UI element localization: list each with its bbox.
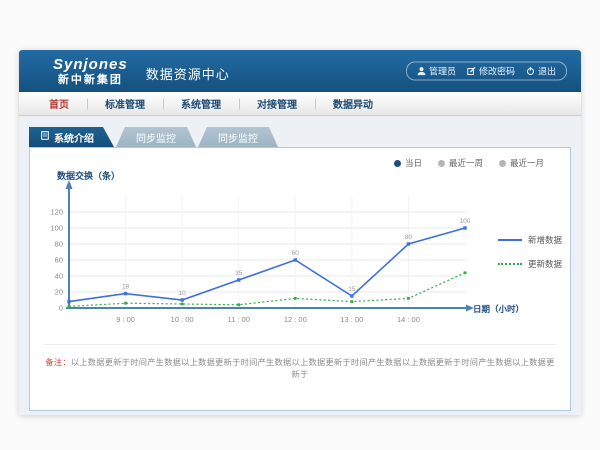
chart-legend: 新增数据 更新数据 [498,234,562,270]
document-icon [41,131,49,143]
change-password-button[interactable]: 修改密码 [467,65,515,78]
data-point-label: 10 [179,290,187,297]
content-area: 系统介绍 同步监控 同步监控 当日 最近一周 [19,116,581,415]
data-point-label: 35 [235,270,243,277]
data-point-label: 15 [348,286,356,293]
y-tick-label: 20 [55,288,63,297]
y-tick-label: 0 [59,304,63,313]
legend-new-data-label: 新增数据 [528,234,562,246]
logo-text-cn: 新中新集团 [53,75,128,86]
data-point-marker [68,305,71,308]
footnote-prefix: 备注： [45,358,70,367]
nav-item-data-change[interactable]: 数据异动 [315,96,391,111]
x-tick-label: 9 : 00 [116,315,135,324]
logout-button[interactable]: 退出 [526,65,556,78]
user-menu-admin-label: 管理员 [429,65,456,78]
tab-system-intro[interactable]: 系统介绍 [29,127,114,147]
x-tick-label: 12 : 00 [284,315,307,324]
legend-line-solid-icon [498,239,522,241]
tab-sync-monitor-2-label: 同步监控 [218,130,258,145]
change-password-label: 修改密码 [479,65,515,78]
nav-item-home[interactable]: 首页 [31,96,87,111]
tab-sync-monitor-2[interactable]: 同步监控 [198,127,278,147]
y-tick-label: 80 [55,240,63,249]
data-point-marker [350,294,353,297]
legend-line-dotted-icon [498,263,522,265]
data-point-marker [464,271,467,274]
tab-system-intro-label: 系统介绍 [54,130,94,145]
data-point-marker [350,300,353,303]
main-nav: 首页 标准管理 系统管理 对接管理 数据异动 [19,92,581,116]
data-point-marker [180,298,183,301]
nav-item-interface-mgmt[interactable]: 对接管理 [239,96,315,111]
data-point-label: 18 [122,284,130,291]
data-point-marker [407,242,410,245]
data-point-marker [67,300,70,303]
chart-x-axis-title: 日期（小时） [473,304,524,314]
data-point-marker [237,303,240,306]
tab-sync-monitor-1-label: 同步监控 [136,130,176,145]
data-point-marker [294,258,297,261]
data-point-label: 100 [460,218,471,225]
tab-strip: 系统介绍 同步监控 同步监控 [29,127,581,147]
logo-text-en: Synjones [53,57,128,72]
y-tick-label: 60 [55,256,63,265]
x-tick-label: 10 : 00 [171,315,194,324]
footnote-text: 以上数据更新于时间产生数据以上数据更新于时间产生数据以上数据更新于时间产生数据以… [71,358,555,379]
logout-label: 退出 [538,65,556,78]
data-point-marker [124,292,127,295]
data-point-marker [237,278,240,281]
user-menu-admin[interactable]: 管理员 [417,65,456,78]
y-axis-arrow-icon [66,180,73,189]
nav-item-standard-mgmt[interactable]: 标准管理 [87,96,163,111]
chart-panel: 当日 最近一周 最近一月 数据交换（条） 0204060801001209 : … [29,147,571,411]
data-point-marker [463,226,466,229]
y-tick-label: 40 [55,272,63,281]
app-header: Synjones 新中新集团 数据资源中心 管理员 修改密码 退出 [19,50,581,92]
x-tick-label: 11 : 00 [228,315,250,324]
data-point-label: 80 [405,234,413,241]
data-point-marker [407,297,410,300]
x-tick-label: 13 : 00 [340,315,363,324]
app-window: Synjones 新中新集团 数据资源中心 管理员 修改密码 退出 [19,50,581,415]
legend-item-update-data[interactable]: 更新数据 [498,258,562,270]
data-point-marker [124,302,127,305]
data-point-label: 60 [292,250,300,257]
footnote: 备注：以上数据更新于时间产生数据以上数据更新于时间产生数据以上数据更新于时间产生… [44,344,556,380]
company-logo: Synjones 新中新集团 [53,57,128,86]
data-point-marker [181,303,184,306]
edit-icon [467,67,476,76]
y-tick-label: 100 [50,224,63,233]
page-title: 数据资源中心 [146,64,230,83]
tab-sync-monitor-1[interactable]: 同步监控 [116,127,196,147]
power-icon [526,67,535,76]
nav-item-system-mgmt[interactable]: 系统管理 [163,96,239,111]
user-icon [417,67,426,76]
legend-item-new-data[interactable]: 新增数据 [498,234,562,246]
legend-update-data-label: 更新数据 [528,258,562,270]
user-menu: 管理员 修改密码 退出 [406,62,567,81]
y-tick-label: 120 [50,208,63,217]
x-tick-label: 14 : 00 [397,315,420,324]
data-point-marker [294,297,297,300]
